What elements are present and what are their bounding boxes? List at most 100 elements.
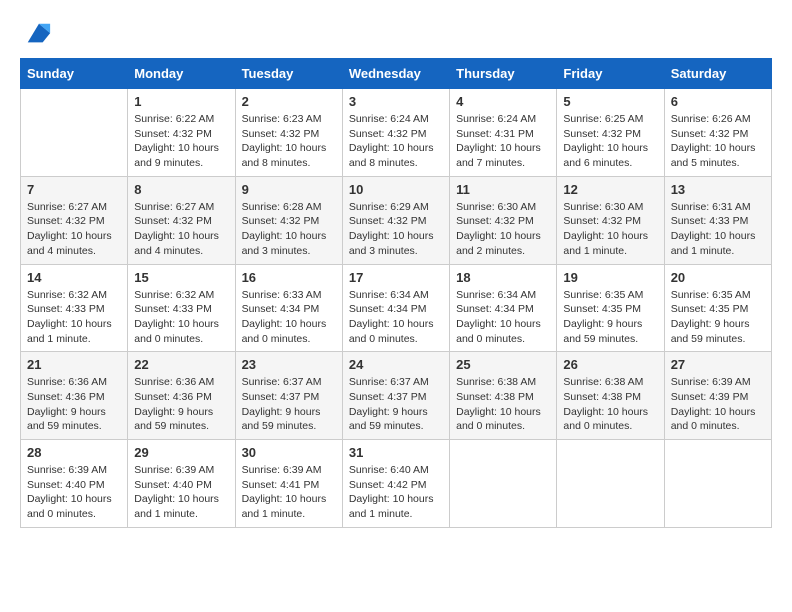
day-info: Sunrise: 6:30 AMSunset: 4:32 PMDaylight:… <box>563 200 657 259</box>
calendar-cell: 14 Sunrise: 6:32 AMSunset: 4:33 PMDayligh… <box>21 264 128 352</box>
day-info: Sunrise: 6:32 AMSunset: 4:33 PMDaylight:… <box>27 288 121 347</box>
day-info: Sunrise: 6:39 AMSunset: 4:40 PMDaylight:… <box>134 463 228 522</box>
calendar-week-row: 7 Sunrise: 6:27 AMSunset: 4:32 PMDaylight… <box>21 176 772 264</box>
calendar-cell: 25 Sunrise: 6:38 AMSunset: 4:38 PMDayligh… <box>450 352 557 440</box>
day-info: Sunrise: 6:38 AMSunset: 4:38 PMDaylight:… <box>456 375 550 434</box>
calendar-cell: 29 Sunrise: 6:39 AMSunset: 4:40 PMDayligh… <box>128 440 235 528</box>
day-number: 22 <box>134 357 228 372</box>
day-info: Sunrise: 6:39 AMSunset: 4:41 PMDaylight:… <box>242 463 336 522</box>
calendar-cell: 12 Sunrise: 6:30 AMSunset: 4:32 PMDayligh… <box>557 176 664 264</box>
day-number: 12 <box>563 182 657 197</box>
calendar-cell: 15 Sunrise: 6:32 AMSunset: 4:33 PMDayligh… <box>128 264 235 352</box>
day-number: 25 <box>456 357 550 372</box>
calendar-cell: 11Sunrise: 6:30 AMSunset: 4:32 PMDayligh… <box>450 176 557 264</box>
calendar-cell: 20 Sunrise: 6:35 AMSunset: 4:35 PMDayligh… <box>664 264 771 352</box>
calendar-cell: 8 Sunrise: 6:27 AMSunset: 4:32 PMDaylight… <box>128 176 235 264</box>
calendar-cell <box>557 440 664 528</box>
day-number: 20 <box>671 270 765 285</box>
calendar-cell: 23 Sunrise: 6:37 AMSunset: 4:37 PMDayligh… <box>235 352 342 440</box>
day-info: Sunrise: 6:37 AMSunset: 4:37 PMDaylight:… <box>242 375 336 434</box>
day-number: 9 <box>242 182 336 197</box>
day-info: Sunrise: 6:24 AMSunset: 4:32 PMDaylight:… <box>349 112 443 171</box>
day-number: 11 <box>456 182 550 197</box>
day-info: Sunrise: 6:27 AMSunset: 4:32 PMDaylight:… <box>27 200 121 259</box>
day-info: Sunrise: 6:24 AMSunset: 4:31 PMDaylight:… <box>456 112 550 171</box>
day-number: 10 <box>349 182 443 197</box>
calendar-cell: 28 Sunrise: 6:39 AMSunset: 4:40 PMDayligh… <box>21 440 128 528</box>
day-info: Sunrise: 6:22 AMSunset: 4:32 PMDaylight:… <box>134 112 228 171</box>
calendar-cell: 9 Sunrise: 6:28 AMSunset: 4:32 PMDaylight… <box>235 176 342 264</box>
column-header-friday: Friday <box>557 59 664 89</box>
day-info: Sunrise: 6:32 AMSunset: 4:33 PMDaylight:… <box>134 288 228 347</box>
day-number: 7 <box>27 182 121 197</box>
day-info: Sunrise: 6:28 AMSunset: 4:32 PMDaylight:… <box>242 200 336 259</box>
calendar-cell: 31 Sunrise: 6:40 AMSunset: 4:42 PMDayligh… <box>342 440 449 528</box>
day-number: 27 <box>671 357 765 372</box>
logo <box>20 20 52 48</box>
day-info: Sunrise: 6:23 AMSunset: 4:32 PMDaylight:… <box>242 112 336 171</box>
day-number: 19 <box>563 270 657 285</box>
day-number: 6 <box>671 94 765 109</box>
day-number: 2 <box>242 94 336 109</box>
calendar-cell: 21 Sunrise: 6:36 AMSunset: 4:36 PMDayligh… <box>21 352 128 440</box>
day-number: 1 <box>134 94 228 109</box>
day-number: 4 <box>456 94 550 109</box>
calendar-cell <box>21 89 128 177</box>
calendar-header-row: SundayMondayTuesdayWednesdayThursdayFrid… <box>21 59 772 89</box>
day-number: 13 <box>671 182 765 197</box>
day-number: 17 <box>349 270 443 285</box>
calendar-cell: 5Sunrise: 6:25 AMSunset: 4:32 PMDaylight… <box>557 89 664 177</box>
day-info: Sunrise: 6:31 AMSunset: 4:33 PMDaylight:… <box>671 200 765 259</box>
day-number: 18 <box>456 270 550 285</box>
calendar-table: SundayMondayTuesdayWednesdayThursdayFrid… <box>20 58 772 528</box>
day-info: Sunrise: 6:33 AMSunset: 4:34 PMDaylight:… <box>242 288 336 347</box>
day-info: Sunrise: 6:35 AMSunset: 4:35 PMDaylight:… <box>671 288 765 347</box>
day-number: 21 <box>27 357 121 372</box>
day-info: Sunrise: 6:25 AMSunset: 4:32 PMDaylight:… <box>563 112 657 171</box>
calendar-cell: 27 Sunrise: 6:39 AMSunset: 4:39 PMDayligh… <box>664 352 771 440</box>
logo-icon <box>24 20 52 48</box>
column-header-tuesday: Tuesday <box>235 59 342 89</box>
day-number: 8 <box>134 182 228 197</box>
calendar-week-row: 28 Sunrise: 6:39 AMSunset: 4:40 PMDayligh… <box>21 440 772 528</box>
day-number: 14 <box>27 270 121 285</box>
day-info: Sunrise: 6:39 AMSunset: 4:39 PMDaylight:… <box>671 375 765 434</box>
calendar-cell: 4 Sunrise: 6:24 AMSunset: 4:31 PMDaylight… <box>450 89 557 177</box>
day-number: 15 <box>134 270 228 285</box>
calendar-week-row: 21 Sunrise: 6:36 AMSunset: 4:36 PMDayligh… <box>21 352 772 440</box>
day-number: 28 <box>27 445 121 460</box>
column-header-wednesday: Wednesday <box>342 59 449 89</box>
day-info: Sunrise: 6:35 AMSunset: 4:35 PMDaylight:… <box>563 288 657 347</box>
day-info: Sunrise: 6:39 AMSunset: 4:40 PMDaylight:… <box>27 463 121 522</box>
day-info: Sunrise: 6:29 AMSunset: 4:32 PMDaylight:… <box>349 200 443 259</box>
calendar-cell <box>450 440 557 528</box>
calendar-cell: 18Sunrise: 6:34 AMSunset: 4:34 PMDayligh… <box>450 264 557 352</box>
day-number: 31 <box>349 445 443 460</box>
day-info: Sunrise: 6:36 AMSunset: 4:36 PMDaylight:… <box>134 375 228 434</box>
column-header-saturday: Saturday <box>664 59 771 89</box>
day-number: 29 <box>134 445 228 460</box>
calendar-cell: 30 Sunrise: 6:39 AMSunset: 4:41 PMDayligh… <box>235 440 342 528</box>
calendar-cell: 24Sunrise: 6:37 AMSunset: 4:37 PMDayligh… <box>342 352 449 440</box>
column-header-sunday: Sunday <box>21 59 128 89</box>
day-number: 23 <box>242 357 336 372</box>
calendar-cell <box>664 440 771 528</box>
day-info: Sunrise: 6:26 AMSunset: 4:32 PMDaylight:… <box>671 112 765 171</box>
calendar-cell: 6 Sunrise: 6:26 AMSunset: 4:32 PMDaylight… <box>664 89 771 177</box>
calendar-cell: 16Sunrise: 6:33 AMSunset: 4:34 PMDayligh… <box>235 264 342 352</box>
day-info: Sunrise: 6:40 AMSunset: 4:42 PMDaylight:… <box>349 463 443 522</box>
day-number: 3 <box>349 94 443 109</box>
calendar-cell: 2 Sunrise: 6:23 AMSunset: 4:32 PMDaylight… <box>235 89 342 177</box>
day-info: Sunrise: 6:38 AMSunset: 4:38 PMDaylight:… <box>563 375 657 434</box>
calendar-cell: 7 Sunrise: 6:27 AMSunset: 4:32 PMDaylight… <box>21 176 128 264</box>
day-info: Sunrise: 6:27 AMSunset: 4:32 PMDaylight:… <box>134 200 228 259</box>
calendar-cell: 13 Sunrise: 6:31 AMSunset: 4:33 PMDayligh… <box>664 176 771 264</box>
calendar-cell: 10 Sunrise: 6:29 AMSunset: 4:32 PMDayligh… <box>342 176 449 264</box>
day-info: Sunrise: 6:34 AMSunset: 4:34 PMDaylight:… <box>349 288 443 347</box>
calendar-cell: 22 Sunrise: 6:36 AMSunset: 4:36 PMDayligh… <box>128 352 235 440</box>
day-info: Sunrise: 6:36 AMSunset: 4:36 PMDaylight:… <box>27 375 121 434</box>
day-number: 30 <box>242 445 336 460</box>
calendar-week-row: 1 Sunrise: 6:22 AMSunset: 4:32 PMDaylight… <box>21 89 772 177</box>
calendar-cell: 26Sunrise: 6:38 AMSunset: 4:38 PMDayligh… <box>557 352 664 440</box>
day-info: Sunrise: 6:37 AMSunset: 4:37 PMDaylight:… <box>349 375 443 434</box>
